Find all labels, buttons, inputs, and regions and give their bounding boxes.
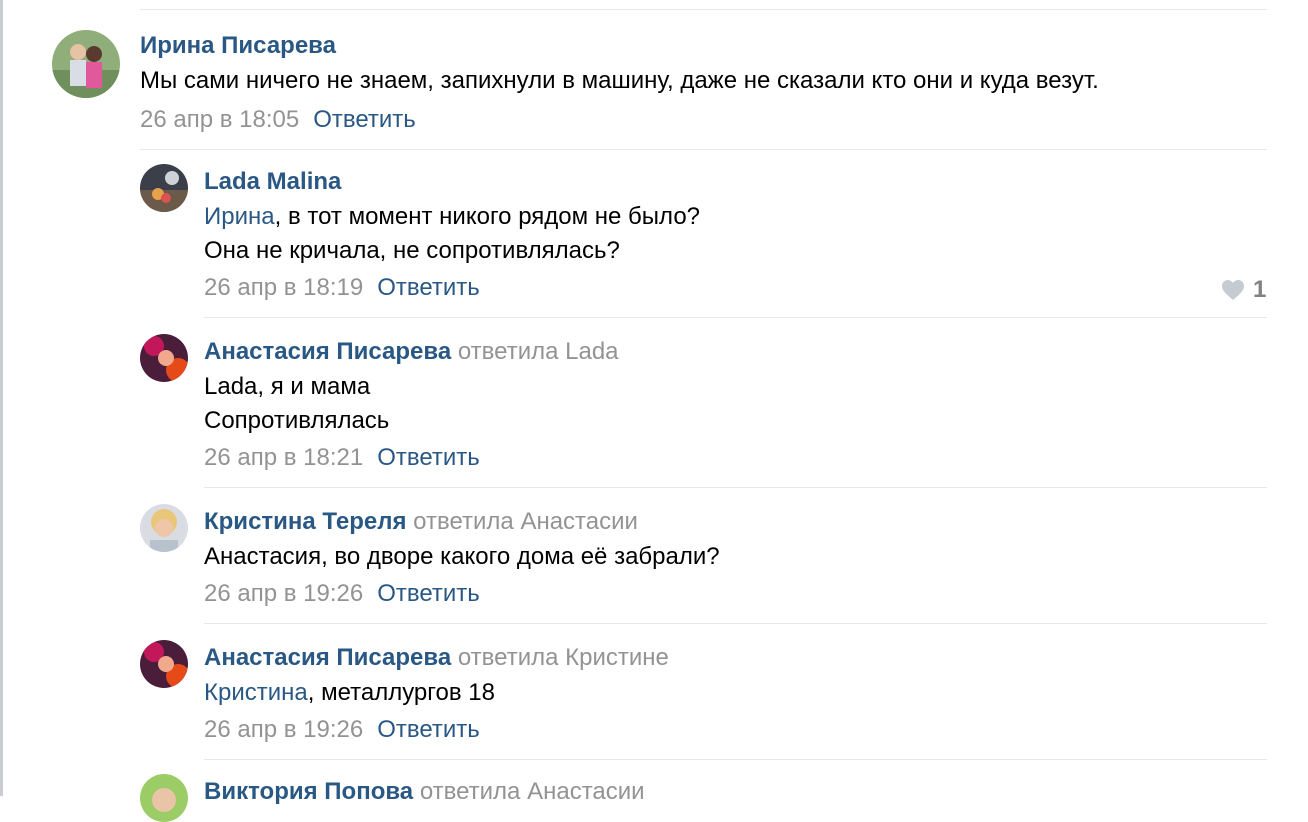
comment-date[interactable]: 26 апр в 18:05 <box>140 106 299 133</box>
comment-meta: 26 апр в 18:05 Ответить <box>140 106 416 134</box>
comment-text: Lada, я и мама Сопротивлялась <box>204 370 389 438</box>
comment-author[interactable]: Кристина Тереля <box>204 508 407 535</box>
comment-text: Ирина, в тот момент никого рядом не было… <box>204 200 700 268</box>
separator <box>140 149 1267 150</box>
comment-text-line: Сопротивлялась <box>204 407 390 434</box>
reply-to-label: ответила <box>419 778 521 805</box>
reply-button[interactable]: Ответить <box>377 716 480 743</box>
comment-author[interactable]: Виктория Попова <box>204 778 413 805</box>
reply-to-link[interactable]: Кристине <box>565 644 669 671</box>
comment-text: Мы сами ничего не знаем, запихнули в маш… <box>140 64 1099 98</box>
reply-button[interactable]: Ответить <box>377 580 480 607</box>
comment-author-line: Анастасия Писарева ответила Lada <box>204 338 619 366</box>
comment-author-line: Анастасия Писарева ответила Кристине <box>204 644 669 672</box>
comment-date[interactable]: 26 апр в 18:21 <box>204 444 363 471</box>
avatar[interactable] <box>140 164 188 212</box>
comment-date[interactable]: 26 апр в 19:26 <box>204 716 363 743</box>
avatar[interactable] <box>140 504 188 552</box>
separator <box>140 9 1267 10</box>
comment-text-line: Lada, я и мама <box>204 373 371 400</box>
comment-author[interactable]: Ирина Писарева <box>140 32 336 60</box>
avatar[interactable] <box>52 30 120 98</box>
comment-author[interactable]: Анастасия Писарева <box>204 338 451 365</box>
comment-author-line: Кристина Тереля ответила Анастасии <box>204 508 638 536</box>
comment-meta: 26 апр в 19:26 Ответить <box>204 716 480 744</box>
comment-date[interactable]: 26 апр в 18:19 <box>204 274 363 301</box>
comment-text-line: Мы сами ничего не знаем, запихнули в маш… <box>140 67 1099 94</box>
reply-button[interactable]: Ответить <box>313 106 416 133</box>
comment-meta: 26 апр в 18:21 Ответить <box>204 444 480 472</box>
separator <box>204 487 1267 488</box>
comment-text: Кристина, металлургов 18 <box>204 676 495 710</box>
reply-to-label: ответила <box>413 508 514 535</box>
comment-text-line: Анастасия, во дворе какого дома её забра… <box>204 543 720 570</box>
avatar[interactable] <box>140 774 188 822</box>
reply-to-label: ответила <box>457 644 559 671</box>
reply-button[interactable]: Ответить <box>377 444 480 471</box>
separator <box>204 759 1267 760</box>
like-count: 1 <box>1253 276 1267 303</box>
avatar[interactable] <box>140 334 188 382</box>
comment-meta: 26 апр в 18:19 Ответить <box>204 274 480 302</box>
window-left-border <box>0 0 3 796</box>
reply-to-label: ответила <box>457 338 559 365</box>
mention-link[interactable]: Ирина <box>204 203 275 230</box>
like-button[interactable]: 1 <box>1221 276 1266 304</box>
reply-to-link[interactable]: Lada <box>565 338 618 365</box>
comment-meta: 26 апр в 19:26 Ответить <box>204 580 480 608</box>
mention-link[interactable]: Кристина <box>204 679 308 706</box>
comment-author[interactable]: Lada Malina <box>204 168 341 196</box>
comment-date[interactable]: 26 апр в 19:26 <box>204 580 363 607</box>
comment-text-line: , металлургов 18 <box>307 679 495 706</box>
comment-text-line: , в тот момент никого рядом не было? <box>274 203 701 230</box>
heart-icon <box>1222 280 1244 300</box>
reply-to-link[interactable]: Анастасии <box>527 778 645 805</box>
separator <box>204 317 1267 318</box>
avatar[interactable] <box>140 640 188 688</box>
comment-text: Анастасия, во дворе какого дома её забра… <box>204 540 720 574</box>
reply-button[interactable]: Ответить <box>377 274 480 301</box>
comment-text-line: Она не кричала, не сопротивлялась? <box>204 237 620 264</box>
reply-to-link[interactable]: Анастасии <box>520 508 638 535</box>
separator <box>204 623 1267 624</box>
comment-author[interactable]: Анастасия Писарева <box>204 644 451 671</box>
comment-author-line: Виктория Попова ответила Анастасии <box>204 778 645 806</box>
